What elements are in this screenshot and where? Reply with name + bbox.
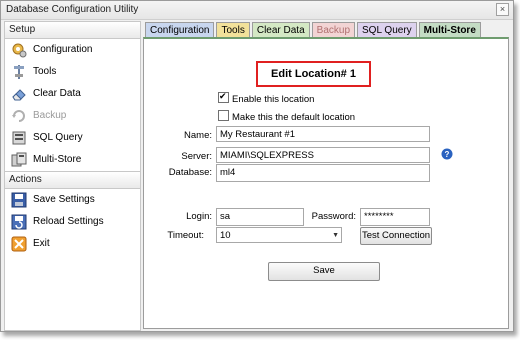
name-field[interactable]: My Restaurant #1 [216,126,430,142]
default-location-checkbox[interactable]: Make this the default location [218,110,355,123]
sidebar-item-clear-data[interactable]: Clear Data [5,83,140,105]
title-bar: Database Configuration Utility × [1,1,513,20]
sidebar-item-label: Backup [33,110,67,121]
window-title: Database Configuration Utility [6,4,139,15]
exit-icon [11,236,27,252]
sql-query-icon [12,131,26,145]
help-icon[interactable]: ? [441,148,453,160]
sidebar-item-save-settings[interactable]: Save Settings [5,189,140,211]
sidebar-item-configuration[interactable]: Configuration [5,39,140,61]
tab-clear-data[interactable]: Clear Data [251,22,310,38]
login-label: Login: [186,211,212,222]
sidebar-item-label: Clear Data [33,88,81,99]
sidebar-item-sql-query[interactable]: SQL Query [5,127,140,149]
test-connection-button[interactable]: Test Connection [360,227,432,245]
tab-backup[interactable]: Backup [311,22,356,38]
multi-store-icon [11,152,27,167]
password-label: Password: [311,211,356,222]
name-label: Name: [184,130,212,141]
sidebar-item-multi-store[interactable]: Multi-Store [5,149,140,171]
password-field[interactable]: ******** [360,208,430,226]
login-field[interactable]: sa [216,208,304,226]
tab-strip: Configuration Tools Clear Data Backup SQ… [145,22,483,38]
sidebar-item-label: Save Settings [33,194,95,205]
save-icon [11,192,27,208]
database-field[interactable]: ml4 [216,164,430,182]
tab-sql-query[interactable]: SQL Query [357,22,417,38]
sidebar-item-exit[interactable]: Exit [5,233,140,255]
tab-tools[interactable]: Tools [216,22,250,38]
database-label: Database: [168,167,212,178]
sidebar-item-tools[interactable]: Tools [5,61,140,83]
sidebar: Setup Configuration Tools Clear Data Bac… [4,21,141,331]
default-location-check-box[interactable] [218,110,229,121]
enable-location-label: Enable this location [232,94,315,105]
sidebar-item-reload-settings[interactable]: Reload Settings [5,211,140,233]
enable-location-check-box[interactable] [218,90,229,103]
reload-icon [11,214,27,230]
save-button[interactable]: Save [268,262,380,281]
sidebar-item-label: Configuration [33,44,93,55]
help-glyph: ? [445,150,450,159]
tab-multi-store[interactable]: Multi-Store [418,22,481,38]
sidebar-item-label: Exit [33,238,50,249]
tab-configuration[interactable]: Configuration [145,22,215,38]
server-field[interactable]: MIAMI\SQLEXPRESS [216,147,430,163]
sidebar-item-label: Multi-Store [33,154,82,165]
close-button[interactable]: × [496,3,509,16]
timeout-select[interactable]: 10 ▼ [216,227,342,243]
configuration-icon [12,43,27,58]
chevron-down-icon[interactable]: ▼ [332,228,339,242]
edit-location-heading: Edit Location# 1 [256,61,371,87]
tools-icon [14,65,24,79]
sidebar-item-backup[interactable]: Backup [5,105,140,127]
actions-section-header: Actions [5,171,140,189]
default-location-label: Make this the default location [232,112,356,123]
setup-section-header: Setup [5,22,140,39]
backup-icon [12,110,25,122]
server-label: Server: [181,151,212,162]
sidebar-item-label: Reload Settings [33,216,104,227]
eraser-icon [12,89,26,101]
timeout-label: Timeout: [167,230,204,241]
timeout-value: 10 [220,230,231,241]
sidebar-item-label: SQL Query [33,132,83,143]
sidebar-item-label: Tools [33,66,57,77]
enable-location-checkbox[interactable]: Enable this location [218,90,315,105]
